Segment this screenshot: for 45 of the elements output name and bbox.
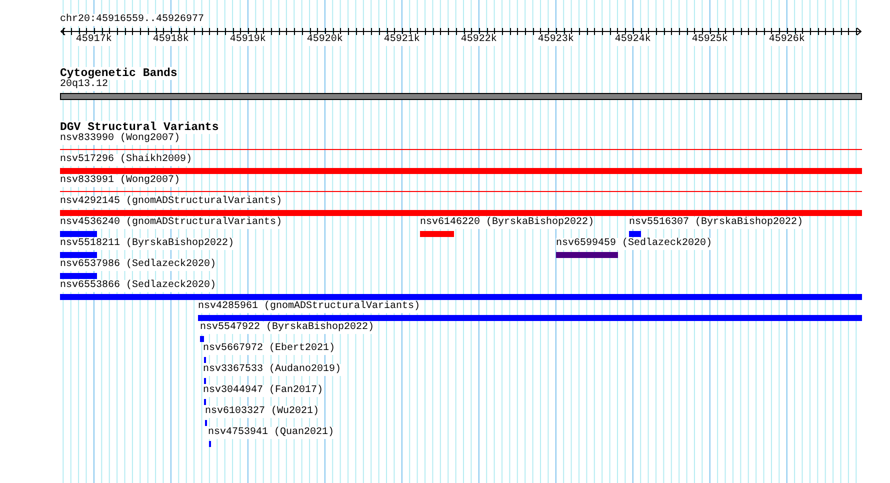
variant-label[interactable]: nsv3367533 (Audano2019) — [203, 364, 342, 376]
tick-label: 45925k — [690, 34, 730, 46]
tick-label: 45921k — [382, 34, 422, 46]
variant-label[interactable]: nsv4536240 (gnomADStructuralVariants) — [60, 217, 282, 229]
tick-label: 45920k — [304, 34, 345, 46]
variant-label[interactable]: nsv517296 (Shaikh2009) — [60, 154, 192, 166]
track-title: Cytogenetic Bands — [60, 67, 178, 80]
variant-line[interactable] — [60, 191, 862, 192]
variant-label[interactable]: nsv833990 (Wong2007) — [60, 133, 180, 145]
tick-label: 45917k — [74, 34, 114, 46]
variant-bar[interactable] — [60, 168, 862, 174]
variant-label[interactable]: nsv833991 (Wong2007) — [60, 175, 180, 187]
tick-label: 45918k — [150, 34, 191, 46]
band-label: 20q13.12 — [60, 79, 108, 91]
variant-bar[interactable] — [629, 231, 641, 237]
variant-label[interactable]: nsv6146220 (ByrskaBishop2022) — [420, 217, 594, 229]
tick-label: 45924k — [612, 34, 653, 46]
variant-bar[interactable] — [200, 336, 204, 342]
variant-label[interactable]: nsv6103327 (Wu2021) — [205, 406, 320, 418]
tick-label: 45926k — [766, 34, 807, 46]
variant-bar[interactable] — [60, 294, 862, 300]
variant-line[interactable] — [60, 149, 862, 150]
variant-label[interactable]: nsv4285961 (gnomADStructuralVariants) — [198, 301, 420, 313]
variant-label[interactable]: nsv5516307 (ByrskaBishop2022) — [629, 217, 804, 229]
variant-label[interactable]: nsv4753941 (Quan2021) — [208, 427, 334, 439]
variant-bar[interactable] — [556, 252, 618, 258]
variant-bar[interactable] — [420, 231, 454, 237]
variant-bar[interactable] — [60, 252, 97, 258]
tick-label: 45919k — [228, 34, 268, 46]
variant-label[interactable]: nsv5547922 (ByrskaBishop2022) — [200, 322, 374, 334]
variant-label[interactable]: nsv6537986 (Sedlazeck2020) — [60, 259, 216, 271]
variant-label[interactable]: nsv5667972 (Ebert2021) — [203, 343, 336, 355]
variant-bar[interactable] — [60, 273, 97, 279]
locus-label: chr20:45916559..45926977 — [60, 14, 204, 26]
variant-label[interactable]: nsv6599459 (Sedlazeck2020) — [556, 238, 712, 250]
variant-label[interactable]: nsv4292145 (gnomADStructuralVariants) — [60, 196, 282, 208]
variant-label[interactable]: nsv5518211 (ByrskaBishop2022) — [60, 238, 234, 250]
track-title: DGV Structural Variants — [60, 121, 219, 134]
variant-label[interactable]: nsv3044947 (Fan2017) — [203, 385, 324, 397]
variant-bar[interactable] — [60, 210, 862, 216]
variant-bar[interactable] — [198, 315, 862, 321]
tick-label: 45922k — [458, 34, 499, 46]
variant-bar[interactable] — [60, 231, 97, 237]
variant-label[interactable]: nsv6553866 (Sedlazeck2020) — [60, 280, 216, 292]
tick-label: 45923k — [536, 34, 576, 46]
